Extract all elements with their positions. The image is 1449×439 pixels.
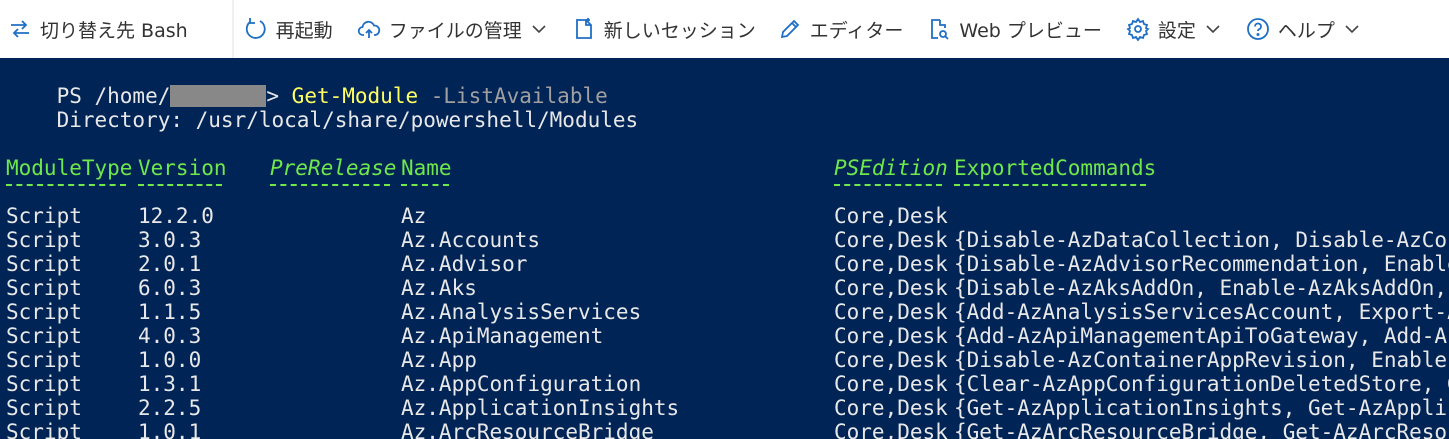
- table-cell-version: 1.1.5: [138, 300, 202, 324]
- toolbar-divider: [231, 0, 234, 58]
- table-cell-name: Az.ApplicationInsights: [401, 396, 680, 420]
- manage-files-label: ファイルの管理: [388, 19, 522, 42]
- table-cell-module-type: Script: [6, 204, 82, 228]
- chevron-down-icon: [1204, 20, 1222, 38]
- editor-label: エディター: [809, 19, 904, 42]
- editor-button[interactable]: エディター: [778, 0, 904, 58]
- column-header-version: Version: [138, 156, 227, 180]
- manage-files-button[interactable]: ファイルの管理: [357, 0, 548, 58]
- header-underline: [401, 184, 449, 187]
- table-cell-name: Az.Advisor: [401, 252, 528, 276]
- table-cell-psedition: Core,Desk: [834, 372, 948, 396]
- table-cell-psedition: Core,Desk: [834, 252, 948, 276]
- header-underline: [138, 184, 222, 187]
- table-cell-version: 2.2.5: [138, 396, 202, 420]
- table-cell-exported-commands: {Disable-AzDataCollection, Disable-AzCon…: [954, 228, 1449, 252]
- table-cell-name: Az.ArcResourceBridge: [401, 420, 654, 439]
- table-cell-psedition: Core,Desk: [834, 420, 948, 439]
- switch-shell-label: 切り替え先 Bash: [40, 19, 188, 42]
- chevron-down-icon: [530, 20, 548, 38]
- table-cell-name: Az.ApiManagement: [401, 324, 604, 348]
- table-cell-name: Az.Aks: [401, 276, 477, 300]
- table-cell-psedition: Core,Desk: [834, 276, 948, 300]
- table-cell-psedition: Core,Desk: [834, 396, 948, 420]
- table-cell-name: Az.AppConfiguration: [401, 372, 642, 396]
- table-cell-version: 1.3.1: [138, 372, 202, 396]
- switch-shell-button[interactable]: 切り替え先 Bash: [8, 0, 188, 58]
- terminal[interactable]: PS /home/ > Get-Module -ListAvailable Dir…: [0, 58, 1449, 439]
- directory-line: Directory: /usr/local/share/powershell/M…: [6, 108, 639, 132]
- column-header-name: Name: [401, 156, 452, 180]
- cloud-shell-toolbar: 切り替え先 Bash 再起動 ファイルの管理 新しいセッション エディター We…: [0, 0, 1449, 58]
- prompt-line: PS /home/ > Get-Module -ListAvailable: [6, 60, 608, 108]
- table-cell-psedition: Core,Desk: [834, 348, 948, 372]
- settings-label: 設定: [1157, 19, 1196, 42]
- column-header-exported-commands: ExportedCommands: [954, 156, 1157, 180]
- web-preview-button[interactable]: Web プレビュー: [927, 0, 1102, 58]
- table-cell-version: 1.0.1: [138, 420, 202, 439]
- header-underline: [6, 184, 126, 187]
- restart-icon: [244, 17, 268, 41]
- table-cell-exported-commands: {Clear-AzAppConfigurationDeletedStore, G…: [954, 372, 1449, 396]
- table-cell-psedition: Core,Desk: [834, 300, 948, 324]
- prompt-prefix: PS /home/: [56, 84, 171, 108]
- switch-arrows-icon: [8, 17, 32, 41]
- new-session-icon: [572, 17, 596, 41]
- column-header-module-type: ModuleType: [6, 156, 133, 180]
- cloud-upload-icon: [357, 17, 381, 41]
- command-parameter: -ListAvailable: [418, 84, 608, 108]
- pencil-icon: [778, 17, 802, 41]
- help-label: ヘルプ: [1277, 19, 1335, 42]
- header-underline: [954, 184, 1146, 187]
- restart-label: 再起動: [275, 19, 333, 42]
- table-cell-module-type: Script: [6, 372, 82, 396]
- table-cell-name: Az.App: [401, 348, 477, 372]
- table-cell-name: Az.AnalysisServices: [401, 300, 642, 324]
- table-cell-version: 1.0.0: [138, 348, 202, 372]
- table-cell-version: 12.2.0: [138, 204, 214, 228]
- table-cell-module-type: Script: [6, 396, 82, 420]
- table-cell-psedition: Core,Desk: [834, 204, 948, 228]
- gear-icon: [1126, 17, 1150, 41]
- column-header-psedition: PSEdition: [834, 156, 948, 180]
- settings-button[interactable]: 設定: [1126, 0, 1222, 58]
- help-icon: [1246, 17, 1270, 41]
- table-cell-module-type: Script: [6, 252, 82, 276]
- new-session-button[interactable]: 新しいセッション: [572, 0, 756, 58]
- table-cell-exported-commands: {Disable-AzAdvisorRecommendation, Enable…: [954, 252, 1449, 276]
- table-cell-exported-commands: {Add-AzAnalysisServicesAccount, Export-A…: [954, 300, 1449, 324]
- table-cell-exported-commands: {Add-AzApiManagementApiToGateway, Add-Az…: [954, 324, 1449, 348]
- column-header-prerelease: PreRelease: [270, 156, 397, 180]
- command-text: Get-Module: [291, 84, 419, 108]
- table-cell-version: 2.0.1: [138, 252, 202, 276]
- web-preview-icon: [927, 17, 951, 41]
- redacted-username: [170, 85, 267, 107]
- table-cell-module-type: Script: [6, 300, 82, 324]
- table-cell-exported-commands: {Disable-AzAksAddOn, Enable-AzAksAddOn, …: [954, 276, 1449, 300]
- restart-button[interactable]: 再起動: [244, 0, 333, 58]
- table-cell-version: 3.0.3: [138, 228, 202, 252]
- table-cell-name: Az.Accounts: [401, 228, 541, 252]
- table-cell-psedition: Core,Desk: [834, 228, 948, 252]
- header-underline: [834, 184, 942, 187]
- table-cell-module-type: Script: [6, 228, 82, 252]
- table-cell-module-type: Script: [6, 276, 82, 300]
- table-cell-module-type: Script: [6, 324, 82, 348]
- table-cell-module-type: Script: [6, 348, 82, 372]
- table-cell-name: Az: [401, 204, 427, 228]
- web-preview-label: Web プレビュー: [959, 19, 1102, 42]
- table-cell-version: 6.0.3: [138, 276, 202, 300]
- table-cell-exported-commands: {Get-AzArcResourceBridge, Get-AzArcResou…: [954, 420, 1449, 439]
- new-session-label: 新しいセッション: [603, 19, 756, 42]
- table-cell-exported-commands: {Get-AzApplicationInsights, Get-AzApplic…: [954, 396, 1449, 420]
- chevron-down-icon: [1343, 20, 1361, 38]
- table-cell-exported-commands: {Disable-AzContainerAppRevision, Enable-…: [954, 348, 1449, 372]
- help-button[interactable]: ヘルプ: [1246, 0, 1361, 58]
- table-cell-version: 4.0.3: [138, 324, 202, 348]
- prompt-suffix: >: [266, 84, 292, 108]
- table-cell-psedition: Core,Desk: [834, 324, 948, 348]
- table-cell-module-type: Script: [6, 420, 82, 439]
- header-underline: [270, 184, 390, 187]
